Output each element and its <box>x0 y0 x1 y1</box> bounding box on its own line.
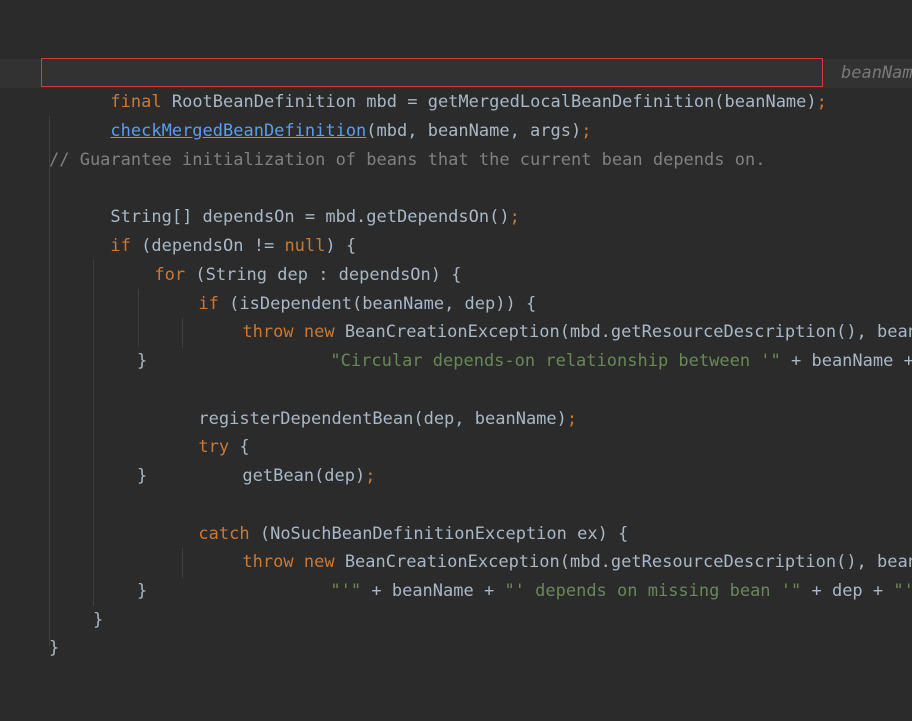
code-line[interactable]: registerDependentBean(dep, beanName); <box>0 376 912 429</box>
code-line[interactable]: } <box>0 634 912 663</box>
code-editor[interactable]: try { final RootBeanDefinition mbd = get… <box>0 0 912 671</box>
code-line[interactable]: checkMergedBeanDefinition(mbd, beanName,… <box>0 88 912 141</box>
code-comment: // Guarantee initialization of beans tha… <box>49 150 766 170</box>
code-line[interactable]: if (isDependent(beanName, dep)) { <box>0 261 912 314</box>
code-line[interactable]: } <box>0 577 912 606</box>
method-link[interactable]: checkMergedBeanDefinition <box>110 121 366 141</box>
code-line[interactable]: getBean(dep); <box>0 433 912 486</box>
close-brace: } <box>137 581 148 601</box>
code-line[interactable]: catch (NoSuchBeanDefinitionException ex)… <box>0 491 912 544</box>
code-line[interactable]: } <box>0 347 912 376</box>
code-line[interactable]: try { <box>0 404 912 457</box>
close-brace: } <box>137 466 148 486</box>
code-line[interactable]: throw new BeanCreationException(mbd.getR… <box>0 289 912 342</box>
semicolon: ; <box>581 121 592 141</box>
selection-highlight-box <box>41 58 823 87</box>
code-line[interactable]: } <box>0 606 912 635</box>
code-text: (mbd, beanName, args) <box>366 121 582 141</box>
code-line[interactable]: for (String dep : dependsOn) { <box>0 232 912 285</box>
close-brace: } <box>93 610 104 630</box>
code-line[interactable]: String[] dependsOn = mbd.getDependsOn(); <box>0 174 912 227</box>
code-line[interactable]: try { <box>0 31 912 85</box>
code-line[interactable]: // Guarantee initialization of beans tha… <box>0 146 912 175</box>
code-line[interactable]: if (dependsOn != null) { <box>0 203 912 256</box>
code-line[interactable]: throw new BeanCreationException(mbd.getR… <box>0 519 912 572</box>
code-line[interactable]: "'" + beanName + "' depends on missing b… <box>0 548 912 601</box>
code-line[interactable]: } <box>0 462 912 491</box>
close-brace: } <box>137 351 148 371</box>
close-brace: } <box>49 638 60 658</box>
code-line[interactable]: "Circular depends-on relationship betwee… <box>0 318 912 371</box>
inline-parameter-hint: beanName <box>841 63 912 83</box>
